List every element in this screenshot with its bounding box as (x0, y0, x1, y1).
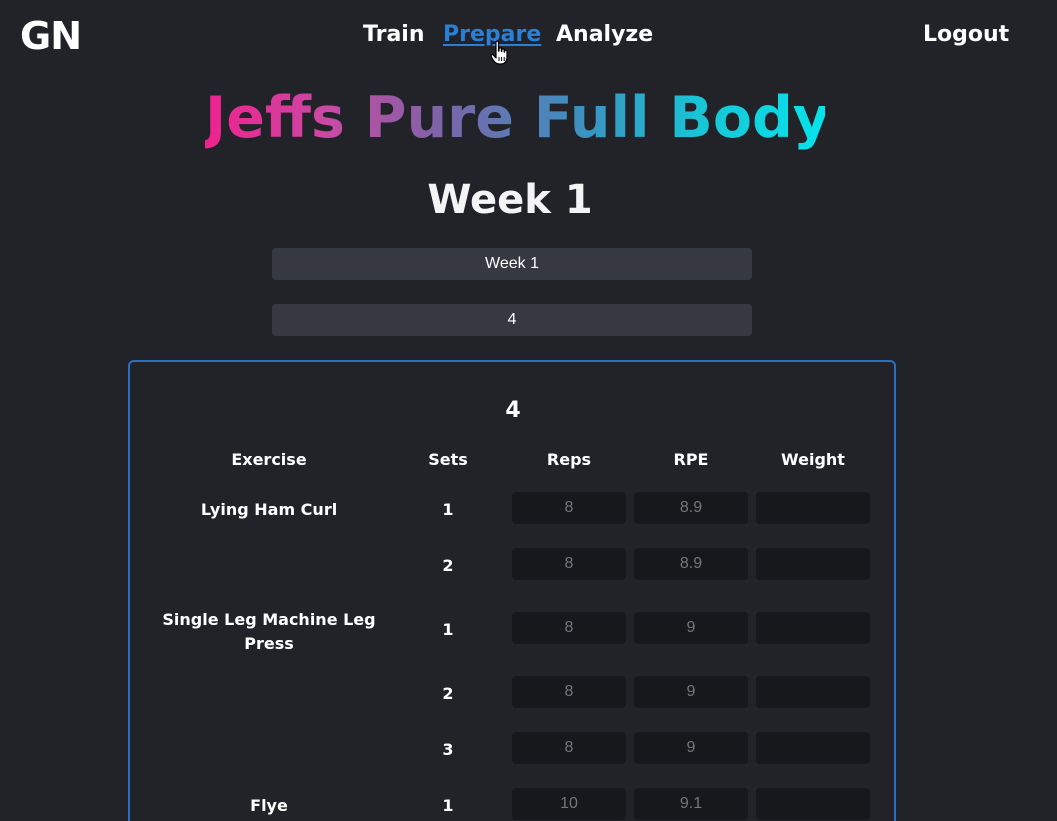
rpe-input[interactable] (634, 492, 748, 524)
exercise-name: Lying Ham Curl (200, 500, 338, 519)
weight-input[interactable] (756, 612, 870, 644)
program-title: Jeffs Pure Full Body (205, 85, 830, 151)
weight-input[interactable] (756, 492, 870, 524)
hand-pointer-icon (490, 40, 508, 65)
set-number: 1 (442, 620, 454, 639)
logout-link[interactable]: Logout (923, 21, 1009, 49)
column-header-sets: Sets (428, 450, 468, 469)
rpe-input[interactable] (634, 548, 748, 580)
weight-input[interactable] (756, 676, 870, 708)
logo[interactable]: GN (20, 14, 82, 58)
reps-input[interactable] (512, 788, 626, 820)
rpe-input[interactable] (634, 676, 748, 708)
set-number: 1 (442, 500, 454, 519)
day-card: 4 Exercise Sets Reps RPE Weight Lying Ha… (128, 360, 896, 821)
column-header-weight: Weight (781, 450, 845, 469)
rpe-input[interactable] (634, 612, 748, 644)
exercise-name: Single Leg Machine Leg Press (162, 610, 376, 653)
column-header-exercise: Exercise (231, 450, 307, 469)
nav-analyze[interactable]: Analyze (556, 21, 653, 49)
page: GN Train Prepare Analyze Logout Jeffs Pu… (0, 0, 1057, 821)
week-name-input[interactable] (272, 248, 752, 280)
reps-input[interactable] (512, 612, 626, 644)
nav-train[interactable]: Train (363, 21, 425, 49)
rpe-input[interactable] (634, 788, 748, 820)
day-title: 4 (505, 398, 521, 423)
week-title: Week 1 (427, 177, 593, 223)
days-count-input[interactable] (272, 304, 752, 336)
set-number: 2 (442, 684, 454, 703)
set-number: 2 (442, 556, 454, 575)
weight-input[interactable] (756, 548, 870, 580)
reps-input[interactable] (512, 676, 626, 708)
set-number: 3 (442, 740, 454, 759)
weight-input[interactable] (756, 788, 870, 820)
reps-input[interactable] (512, 492, 626, 524)
reps-input[interactable] (512, 732, 626, 764)
set-number: 1 (442, 796, 454, 815)
column-header-reps: Reps (546, 450, 592, 469)
reps-input[interactable] (512, 548, 626, 580)
rpe-input[interactable] (634, 732, 748, 764)
exercise-name: Flye (250, 796, 288, 815)
weight-input[interactable] (756, 732, 870, 764)
column-header-rpe: RPE (673, 450, 709, 469)
